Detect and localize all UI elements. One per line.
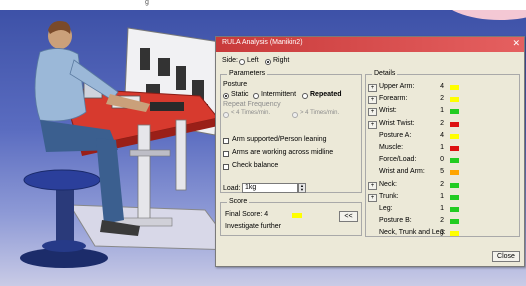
detail-color-swatch	[450, 219, 459, 225]
dialog-titlebar[interactable]: RULA Analysis (Manikin2) ✕	[216, 37, 524, 52]
detail-label: Upper Arm:	[379, 83, 415, 90]
score-legend: Score	[227, 198, 250, 205]
detail-value: 1	[440, 144, 444, 151]
detail-value: 2	[440, 119, 444, 127]
close-icon[interactable]: ✕	[512, 38, 520, 49]
keyboard	[150, 102, 184, 111]
investigate-text: Investigate further	[225, 223, 282, 230]
dialog-title: RULA Analysis (Manikin2)	[222, 39, 303, 46]
rula-analysis-dialog: RULA Analysis (Manikin2) ✕ Side: Left Ri…	[215, 36, 525, 267]
arm-supported-checkbox[interactable]	[223, 138, 229, 144]
load-spinner[interactable]: ▲ ▼	[298, 183, 306, 193]
posture-repeated-label: Repeated	[310, 91, 342, 98]
repeat-less-label: < 4 Times/min.	[231, 110, 271, 116]
posture-intermittent-label: Intermittent	[261, 91, 297, 98]
detail-color-swatch	[450, 207, 459, 212]
side-left-label: Left	[247, 57, 259, 64]
detail-color-swatch	[450, 182, 459, 188]
detail-value: 2	[440, 217, 444, 225]
detail-label: Neck:	[379, 180, 397, 188]
side-left-radio[interactable]	[239, 59, 245, 65]
detail-label: Wrist Twist:	[379, 119, 415, 127]
parameters-legend: Parameters	[227, 70, 268, 77]
collapse-details-button[interactable]: <<	[339, 211, 358, 222]
detail-color-swatch	[450, 146, 459, 151]
detail-color-swatch	[450, 121, 459, 127]
repeat-more-label: > 4 Times/min.	[300, 110, 340, 116]
table-leg-right	[137, 124, 151, 226]
detail-value: 4	[440, 83, 444, 90]
detail-adjust-button[interactable]: +	[368, 96, 377, 105]
repeat-more-radio[interactable]	[292, 112, 298, 118]
table-crossbar	[129, 149, 171, 157]
detail-value: 1	[440, 192, 444, 200]
repeat-less-radio[interactable]	[223, 112, 229, 118]
detail-label: Muscle:	[379, 144, 404, 151]
detail-value: 5	[440, 168, 444, 176]
detail-color-swatch	[450, 85, 459, 90]
detail-value: 1	[440, 107, 444, 115]
final-score-label: Final Score: 4	[225, 211, 269, 218]
detail-color-swatch	[450, 170, 459, 176]
posture-intermittent-radio[interactable]	[253, 93, 259, 99]
manikin-torso	[34, 48, 87, 122]
load-label: Load:	[223, 185, 241, 192]
detail-color-swatch	[450, 158, 459, 164]
arms-midline-label: Arms are working across midline	[232, 149, 334, 156]
side-right-radio[interactable]	[265, 59, 271, 65]
detail-color-swatch	[450, 109, 459, 115]
arm-supported-label: Arm supported/Person leaning	[232, 136, 327, 143]
detail-value: 4	[440, 131, 444, 139]
detail-color-swatch	[450, 133, 459, 139]
detail-color-swatch	[450, 97, 459, 103]
detail-value: 2	[440, 180, 444, 188]
posture-label: Posture	[223, 81, 248, 88]
floor-plate	[69, 204, 237, 251]
detail-color-swatch	[450, 194, 459, 200]
final-score-swatch	[292, 213, 302, 218]
detail-value: 3	[440, 229, 444, 237]
detail-value: 2	[440, 95, 444, 103]
detail-color-swatch	[450, 231, 459, 237]
posture-static-radio[interactable]	[223, 93, 229, 99]
detail-adjust-button[interactable]: +	[368, 108, 377, 117]
detail-label: Leg:	[379, 205, 393, 212]
detail-adjust-button[interactable]: +	[368, 120, 377, 129]
detail-label: Posture B:	[379, 217, 412, 225]
detail-label: Force/Load:	[379, 156, 417, 164]
posture-repeated-radio[interactable]	[302, 93, 308, 99]
detail-adjust-button[interactable]: +	[368, 193, 377, 202]
close-button[interactable]: Close	[492, 251, 520, 262]
stool-ring	[42, 240, 86, 252]
detail-label: Wrist:	[379, 107, 397, 115]
check-balance-label: Check balance	[232, 162, 279, 169]
details-legend: Details	[372, 70, 398, 77]
check-balance-checkbox[interactable]	[223, 164, 229, 170]
detail-value: 0	[440, 156, 444, 164]
side-label: Side:	[222, 57, 238, 64]
table-leg-back	[175, 119, 187, 191]
detail-label: Posture A:	[379, 131, 412, 139]
detail-value: 1	[440, 205, 444, 212]
arms-midline-checkbox[interactable]	[223, 151, 229, 157]
posture-static-label: Static	[231, 91, 249, 98]
detail-adjust-button[interactable]: +	[368, 84, 377, 92]
detail-label: Forearm:	[379, 95, 408, 103]
detail-adjust-button[interactable]: +	[368, 181, 377, 190]
load-input[interactable]: 1kg	[242, 183, 298, 193]
side-right-label: Right	[273, 57, 290, 64]
detail-label: Trunk:	[379, 192, 399, 200]
stool-seat	[23, 169, 101, 191]
detail-label: Wrist and Arm:	[379, 168, 425, 176]
repeat-frequency-label: Repeat Frequency	[223, 101, 281, 108]
